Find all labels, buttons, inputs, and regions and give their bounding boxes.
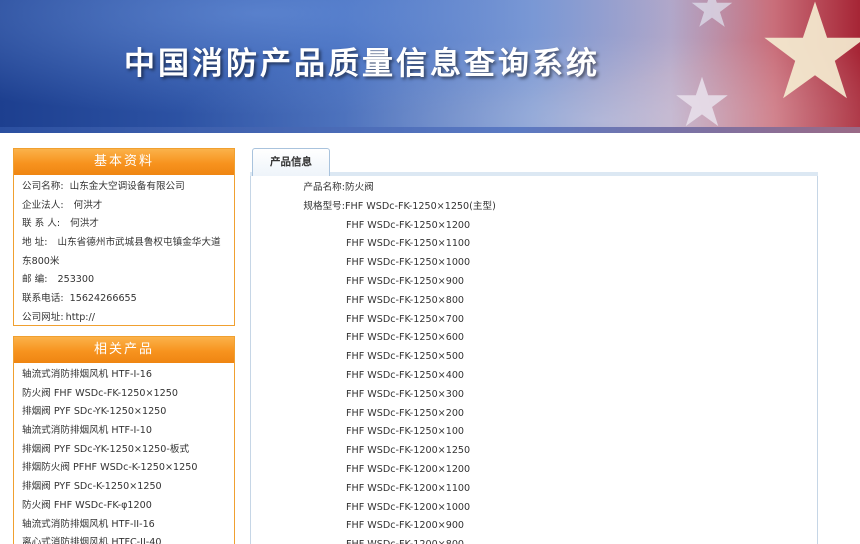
banner-bottom-strip <box>0 127 860 133</box>
header-banner: 中国消防产品质量信息查询系统 <box>0 0 860 133</box>
info-row-address: 地 址: 山东省德州市武城县鲁权屯镇金华大道东800米 <box>22 237 221 267</box>
model-label: 规格型号: <box>303 200 345 212</box>
star-icon <box>764 1 860 99</box>
model-value: FHF WSDc-FK-1250×1250(主型) <box>345 200 496 212</box>
model-row: FHF WSDc-FK-1200×1100 <box>346 482 471 494</box>
model-row: FHF WSDc-FK-1250×1200 <box>346 219 471 231</box>
model-row: FHF WSDc-FK-1250×1000 <box>346 257 471 269</box>
related-products-list: 轴流式消防排烟风机 HTF-I-16 防火阀 FHF WSDc-FK-1250×1… <box>14 363 234 544</box>
related-product-item[interactable]: 防火阀 FHF WSDc-FK-φ1200 <box>22 497 226 516</box>
model-list: 规格型号:FHF WSDc-FK-1250×1250(主型) FHF WSDc-F… <box>251 198 817 544</box>
model-row: FHF WSDc-FK-1250×400 <box>346 369 465 381</box>
model-row: FHF WSDc-FK-1250×1100 <box>346 238 471 250</box>
product-info-section: 产品信息 产品名称:防火阀 规格型号:FHF WSDc-FK-1250×1250… <box>250 148 818 544</box>
basic-info-panel: 基本资料 公司名称: 山东金大空调设备有限公司 企业法人: 何洪才 联 系 人: 何洪… <box>13 148 235 326</box>
related-products-panel: 相关产品 轴流式消防排烟风机 HTF-I-16 防火阀 FHF WSDc-FK-1… <box>13 336 235 544</box>
model-row: FHF WSDc-FK-1250×300 <box>346 388 465 400</box>
model-row: FHF WSDc-FK-1200×1200 <box>346 463 471 475</box>
basic-info-title: 基本资料 <box>14 149 234 175</box>
related-product-item[interactable]: 防火阀 FHF WSDc-FK-1250×1250 <box>22 385 226 404</box>
model-row: FHF WSDc-FK-1200×900 <box>346 520 465 532</box>
info-row-website[interactable]: 公司网址: http:// <box>22 309 226 328</box>
model-row: FHF WSDc-FK-1250×900 <box>346 275 465 287</box>
model-row: FHF WSDc-FK-1250×500 <box>346 351 465 363</box>
info-row-legal-person: 企业法人: 何洪才 <box>22 199 103 211</box>
model-row: FHF WSDc-FK-1200×1000 <box>346 501 471 513</box>
model-row: FHF WSDc-FK-1250×200 <box>346 407 465 419</box>
info-row-postcode: 邮 编: 253300 <box>22 274 95 286</box>
related-products-title: 相关产品 <box>14 337 234 363</box>
product-info-box: 产品名称:防火阀 规格型号:FHF WSDc-FK-1250×1250(主型) F… <box>250 176 818 544</box>
product-name-value: 防火阀 <box>345 182 374 193</box>
model-row: FHF WSDc-FK-1250×600 <box>346 332 465 344</box>
related-product-item[interactable]: 轴流式消防排烟风机 HTF-I-10 <box>22 422 226 441</box>
star-icon <box>691 0 733 27</box>
info-row-phone: 联系电话: 15624266655 <box>22 293 137 305</box>
model-row: FHF WSDc-FK-1250×800 <box>346 294 465 306</box>
related-product-item[interactable]: 轴流式消防排烟风机 HTF-I-16 <box>22 366 226 385</box>
basic-info-body: 公司名称: 山东金大空调设备有限公司 企业法人: 何洪才 联 系 人: 何洪才 地 址… <box>14 175 234 331</box>
info-row-company: 公司名称: 山东金大空调设备有限公司 <box>22 181 185 192</box>
page-title: 中国消防产品质量信息查询系统 <box>124 46 600 82</box>
info-row-contact: 联 系 人: 何洪才 <box>22 218 99 230</box>
product-name-label: 产品名称: <box>303 182 345 193</box>
related-product-item[interactable]: 离心式消防排烟风机 HTFC-II-40 <box>22 534 226 544</box>
website-link[interactable]: http:// <box>66 312 95 323</box>
tab-product-info[interactable]: 产品信息 <box>252 148 330 176</box>
related-product-item[interactable]: 排烟阀 PYF SDc-YK-1250×1250 <box>22 403 226 422</box>
related-product-item[interactable]: 轴流式消防排烟风机 HTF-II-16 <box>22 516 226 535</box>
model-row: FHF WSDc-FK-1250×100 <box>346 426 465 438</box>
related-product-item[interactable]: 排烟防火阀 PFHF WSDc-K-1250×1250 <box>22 459 226 478</box>
product-name-row: 产品名称:防火阀 <box>251 179 817 198</box>
related-product-item[interactable]: 排烟阀 PYF SDc-K-1250×1250 <box>22 478 226 497</box>
model-row: FHF WSDc-FK-1250×700 <box>346 313 465 325</box>
star-icon <box>676 76 728 127</box>
model-row: FHF WSDc-FK-1200×800 <box>251 536 817 544</box>
model-row: 规格型号:FHF WSDc-FK-1250×1250(主型) <box>251 198 817 217</box>
product-info-tabbar: 产品信息 <box>250 148 818 176</box>
related-product-item[interactable]: 排烟阀 PYF SDc-YK-1250×1250-板式 <box>22 441 226 460</box>
model-row: FHF WSDc-FK-1200×1250 <box>346 445 471 457</box>
